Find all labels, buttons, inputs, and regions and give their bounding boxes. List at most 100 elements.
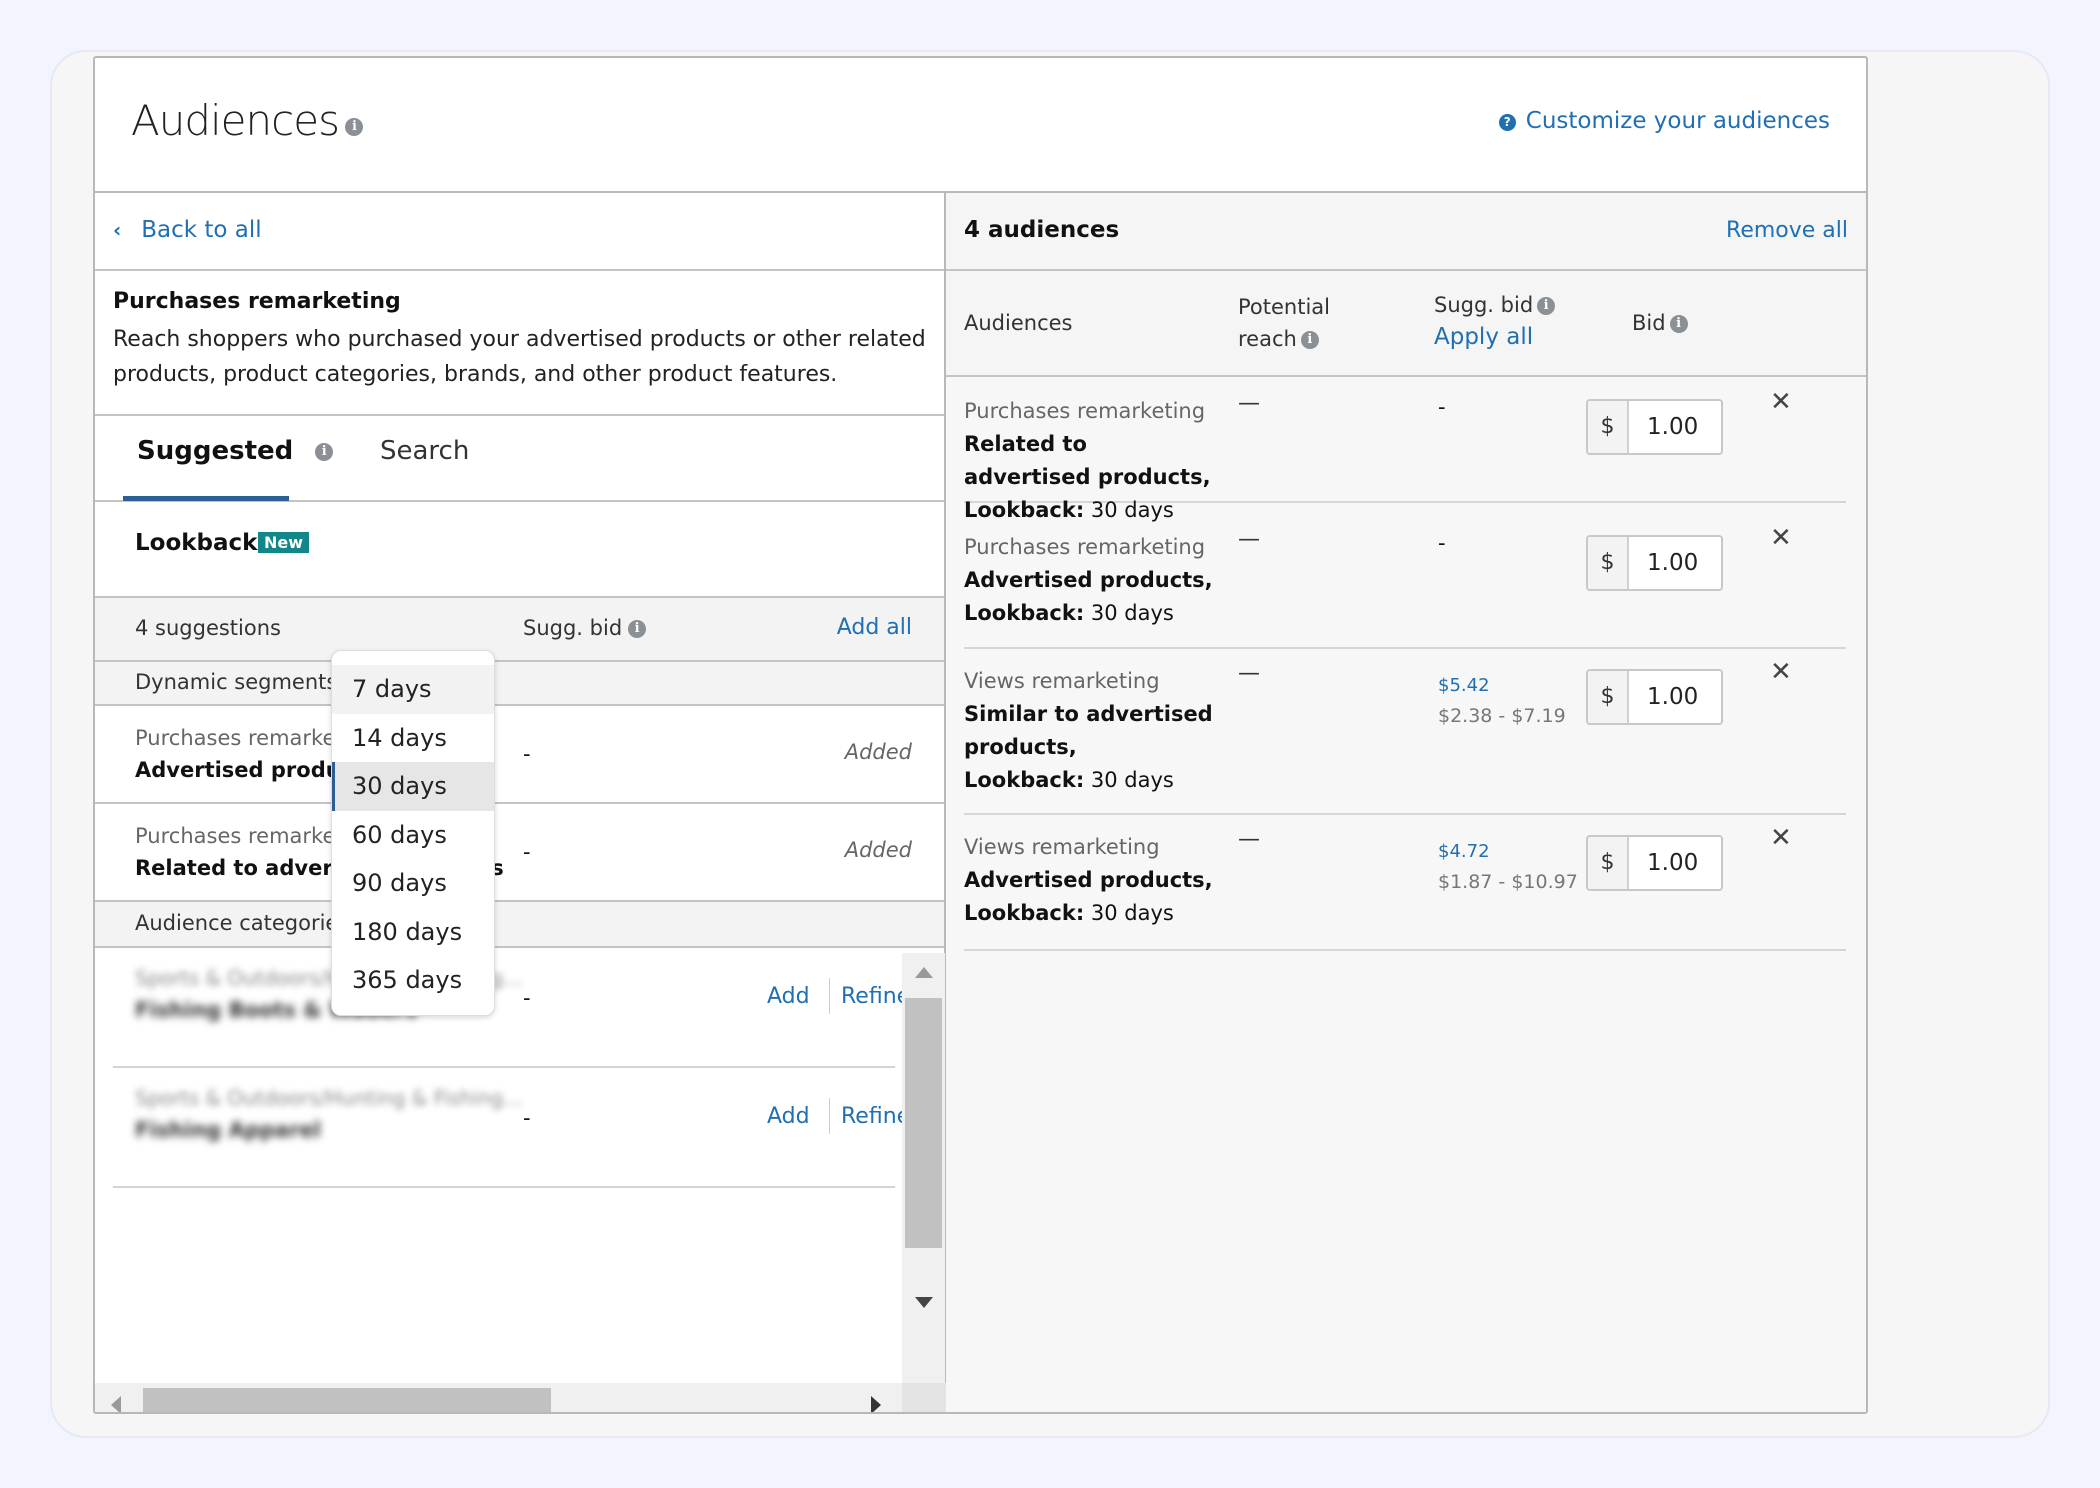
audience-info: Purchases remarketing Related to adverti… (964, 395, 1214, 527)
lookback-option[interactable]: 365 days (332, 956, 494, 1005)
remove-audience-close-icon[interactable]: ✕ (1770, 387, 1792, 417)
horizontal-scroll-thumb[interactable] (143, 1388, 551, 1412)
audience-type: Purchases remarketing (964, 535, 1206, 559)
audience-lookback: Lookback: 30 days (964, 597, 1214, 630)
refine-category-button[interactable]: Refine (841, 984, 910, 1009)
column-sugg-bid: Sugg. bid i Apply all (1434, 289, 1556, 353)
lookback-option-selected[interactable]: 30 days (332, 762, 494, 811)
description-title: Purchases remarketing (113, 289, 401, 314)
lookback-value: 30 days (1090, 601, 1174, 625)
audience-name: Similar to advertised products, (964, 702, 1213, 759)
remove-all-button[interactable]: Remove all (1726, 218, 1848, 243)
new-badge: New (258, 532, 310, 553)
audience-name: Advertised products, (964, 568, 1213, 592)
apply-all-button[interactable]: Apply all (1434, 321, 1555, 353)
currency-prefix: $ (1588, 671, 1629, 723)
back-to-all-link[interactable]: ‹ Back to all (113, 217, 262, 243)
bid-input[interactable] (1631, 671, 1721, 723)
bid-input[interactable] (1631, 401, 1721, 453)
sugg-bid-value: - (1438, 395, 1446, 419)
audience-info: Views remarketing Advertised products, L… (964, 831, 1214, 930)
customize-audiences-label: Customize your audiences (1525, 108, 1830, 134)
add-all-button[interactable]: Add all (837, 615, 912, 640)
page-title-text: Audiences (131, 96, 340, 145)
audience-type: Views remarketing (964, 669, 1160, 693)
bid-input[interactable] (1631, 537, 1721, 589)
scroll-left-arrow-icon[interactable] (111, 1396, 121, 1412)
bid-input-group: $ (1586, 535, 1723, 591)
right-panel: 4 audiences Remove all Audiences Potenti… (946, 193, 1866, 1412)
refine-category-button[interactable]: Refine (841, 1104, 910, 1129)
remove-audience-close-icon[interactable]: ✕ (1770, 823, 1792, 853)
category-sugg-bid: - (523, 1106, 531, 1130)
vertical-scroll-thumb[interactable] (905, 998, 942, 1248)
audience-name: Related to advertised products, (964, 432, 1211, 489)
sugg-bid-value: - (1438, 531, 1446, 555)
bid-input-group: $ (1586, 669, 1723, 725)
potential-reach-value: — (1238, 391, 1260, 416)
info-icon[interactable]: i (315, 442, 334, 461)
lookback-option[interactable]: 7 days (332, 665, 494, 714)
lookback-option[interactable]: 60 days (332, 811, 494, 860)
audience-row: Views remarketing Advertised products, L… (964, 815, 1846, 951)
tab-suggested-label: Suggested (137, 436, 294, 466)
info-icon[interactable]: i (1537, 297, 1556, 315)
bid-input-group: $ (1586, 835, 1723, 891)
page-title: Audiences i (131, 96, 363, 145)
help-icon: ? (1498, 114, 1516, 131)
selected-audiences-header: 4 audiences Remove all (946, 193, 1866, 271)
lookback-option[interactable]: 14 days (332, 714, 494, 763)
sugg-bid-value[interactable]: $5.42 (1438, 675, 1490, 696)
remove-audience-close-icon[interactable]: ✕ (1770, 523, 1792, 553)
remove-audience-close-icon[interactable]: ✕ (1770, 657, 1792, 687)
horizontal-scrollbar[interactable] (95, 1383, 946, 1412)
audience-info: Views remarketing Similar to advertised … (964, 665, 1214, 797)
customize-audiences-link[interactable]: ? Customize your audiences (1498, 108, 1830, 134)
sugg-bid-column-header: Sugg. bid i (523, 616, 647, 640)
audience-row: Purchases remarketing Related to adverti… (964, 379, 1846, 522)
scroll-down-arrow-icon[interactable] (915, 1297, 933, 1308)
info-icon[interactable]: i (628, 620, 647, 638)
lookback-option[interactable]: 90 days (332, 859, 494, 908)
scrollbar-corner (902, 1383, 946, 1412)
add-category-button[interactable]: Add (767, 1104, 810, 1129)
column-audiences: Audiences (964, 311, 1073, 335)
column-bid: Bid i (1632, 307, 1688, 339)
audience-categories-label: Audience categories (135, 911, 350, 935)
audience-row: Purchases remarketing Advertised product… (964, 515, 1846, 649)
info-icon[interactable]: i (1669, 315, 1688, 333)
category-row: Sports & Outdoors/Hunting & Fishing... F… (113, 1068, 910, 1188)
category-sugg-bid: - (523, 986, 531, 1010)
tab-suggested[interactable]: Suggested i (137, 436, 334, 466)
lookback-value: 30 days (1090, 901, 1174, 925)
added-status: Added (844, 838, 912, 862)
info-icon[interactable]: i (344, 117, 363, 136)
sugg-bid-range: $1.87 - $10.97 (1438, 871, 1578, 893)
vertical-scrollbar[interactable] (902, 953, 945, 1385)
info-icon[interactable]: i (1300, 331, 1319, 349)
panel-header: Audiences i ? Customize your audiences (95, 58, 1866, 193)
dynamic-segments-label: Dynamic segments (135, 670, 338, 694)
sugg-bid-value[interactable]: $4.72 (1438, 841, 1490, 862)
scroll-right-arrow-icon[interactable] (871, 1396, 881, 1412)
bid-input[interactable] (1631, 837, 1721, 889)
tab-search[interactable]: Search (380, 436, 469, 466)
currency-prefix: $ (1588, 401, 1629, 453)
suggestion-row: Purchases remarketing Related to adverti… (95, 804, 944, 902)
suggestion-row: Purchases remarketing Advertised product… (95, 706, 944, 804)
divider (829, 1098, 830, 1134)
scroll-up-arrow-icon[interactable] (915, 967, 933, 978)
audience-lookback: Lookback: 30 days (964, 764, 1214, 797)
suggestion-sugg-bid: - (523, 742, 531, 766)
dynamic-segments-header: Dynamic segments (95, 662, 944, 706)
divider (829, 978, 830, 1014)
chevron-left-icon: ‹ (113, 218, 122, 242)
audiences-panel: Audiences i ? Customize your audiences ‹ Ba… (93, 56, 1868, 1414)
audience-info: Purchases remarketing Advertised product… (964, 531, 1214, 630)
add-category-button[interactable]: Add (767, 984, 810, 1009)
sugg-bid-label: Sugg. bid (1434, 293, 1534, 317)
lookback-value: 30 days (1090, 768, 1174, 792)
category-path: Sports & Outdoors/Hunting & Fishing... (135, 1086, 523, 1110)
lookback-option[interactable]: 180 days (332, 908, 494, 957)
lookback-prefix: Lookback: (964, 901, 1085, 925)
